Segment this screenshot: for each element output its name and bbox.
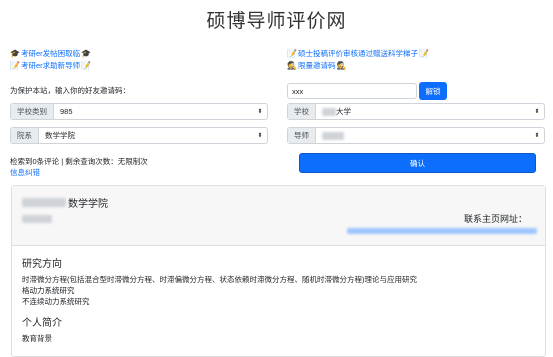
forum-post-link[interactable]: 🎓 考研er发帖困取临 🎓 [10, 48, 91, 59]
help-guide-label: 考研er求助新导师 [20, 61, 81, 70]
invite-code-link[interactable]: 🕵 限量邀请码 🕵 [287, 60, 346, 71]
chevron-updown-icon: ⬍ [534, 133, 540, 139]
mentor-card: 数学学院 联系主页网址： 研究方向 时滞微分方程(包括混合型时滞微分方程、时滞偏… [11, 185, 546, 357]
help-guide-link[interactable]: 📝 考研er求助新导师 📝 [10, 60, 91, 71]
chevron-updown-icon: ⬍ [534, 109, 540, 115]
unlock-button[interactable]: 解锁 [419, 82, 447, 100]
graduation-cap-icon: 🎓 [10, 49, 20, 58]
school-suffix: 大学 [336, 107, 351, 116]
category-select[interactable]: 学校类别 985 ⬍ [10, 103, 268, 120]
memo-icon: 📝 [287, 49, 297, 58]
detective-icon: 🕵 [336, 61, 347, 70]
mentor-heading: 数学学院 [22, 195, 108, 210]
detective-icon: 🕵 [287, 61, 297, 70]
memo-icon: 📝 [10, 61, 20, 70]
redacted-mentor-name [322, 131, 344, 140]
forum-post-label: 考研er发帖困取临 [20, 49, 81, 58]
mentor-value [316, 128, 530, 143]
redacted-university [22, 198, 66, 207]
chevron-updown-icon: ⬍ [257, 109, 263, 115]
invite-prompt: 为保护本站，输入你的好友邀请码： [10, 86, 130, 95]
confirm-button[interactable]: 确认 [299, 153, 536, 173]
dept-label: 院系 [11, 128, 39, 143]
category-label: 学校类别 [11, 104, 54, 119]
page-title: 硕博导师评价网 [206, 11, 347, 32]
school-label: 学校 [288, 104, 316, 119]
dept-select[interactable]: 院系 数学学院 ⬍ [10, 127, 268, 144]
school-select[interactable]: 学校 大学 ⬍ [287, 103, 545, 120]
memo-icon: 📝 [418, 49, 429, 58]
search-stats: 检索到0条评论 | 剩余查询次数：无限制次 [10, 157, 148, 166]
redacted-mentor-title [22, 215, 52, 223]
research-line-3: 不连续动力系统研究 [22, 297, 90, 306]
redacted-school-prefix [322, 107, 336, 116]
research-heading: 研究方向 [22, 259, 62, 270]
graduation-cap-icon: 🎓 [81, 49, 92, 58]
chevron-updown-icon: ⬍ [257, 133, 263, 139]
homepage-label: 联系主页网址： [464, 214, 528, 224]
research-line-1: 时滞微分方程(包括混合型时滞微分方程、时滞偏微分方程、状态依赖时滞微分方程、随机… [22, 275, 417, 284]
mentor-dept: 数学学院 [68, 199, 108, 210]
appeal-link[interactable]: 📝 硕士投稿评价审核通过赠送科学梯子 📝 [287, 48, 429, 59]
mentor-select[interactable]: 导师 ⬍ [287, 127, 545, 144]
invite-code-input[interactable]: xxx [287, 83, 417, 99]
invite-code-label: 限量邀请码 [297, 61, 336, 70]
homepage-url-link[interactable] [347, 228, 537, 234]
memo-icon: 📝 [81, 61, 92, 70]
mentor-label: 导师 [288, 128, 316, 143]
error-report-link[interactable]: 信息纠错 [10, 167, 40, 178]
education-label: 教育背景 [22, 334, 52, 343]
appeal-label: 硕士投稿评价审核通过赠送科学梯子 [297, 49, 418, 58]
school-value: 大学 [316, 104, 530, 119]
dept-value: 数学学院 [45, 131, 75, 140]
category-value: 985 [60, 107, 73, 116]
research-line-2: 格动力系统研究 [22, 286, 75, 295]
bio-heading: 个人简介 [22, 318, 62, 329]
